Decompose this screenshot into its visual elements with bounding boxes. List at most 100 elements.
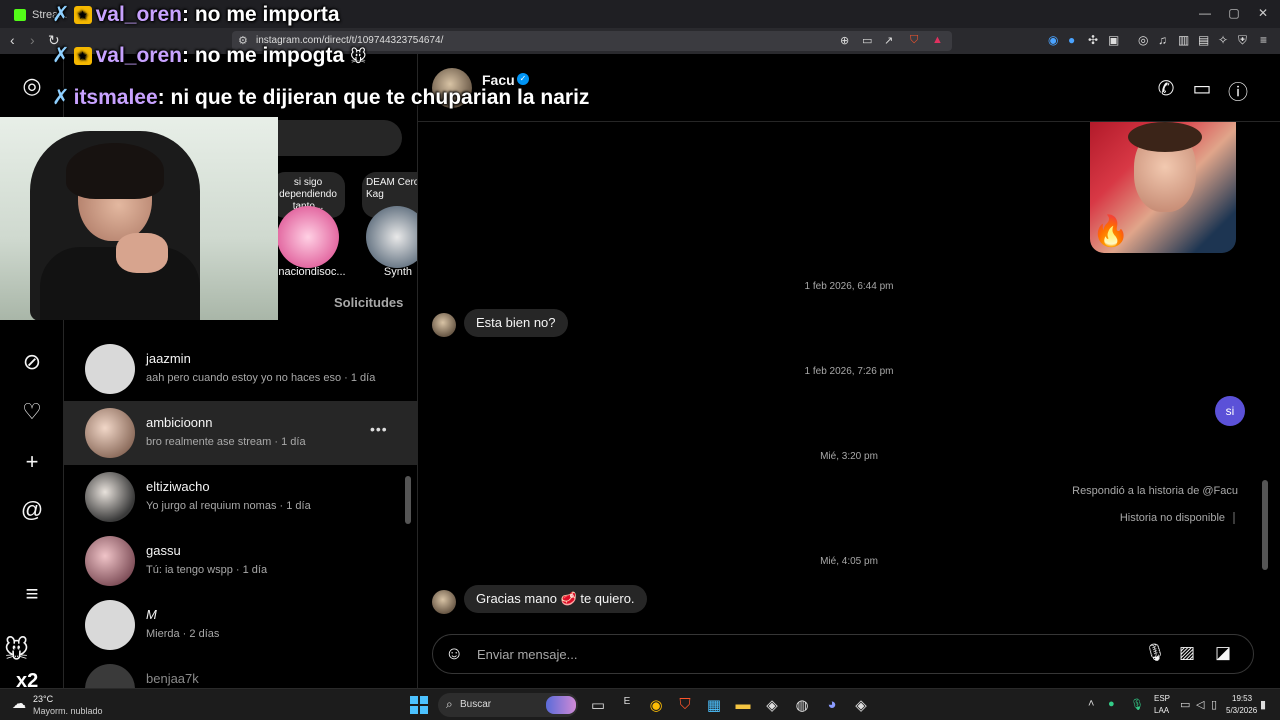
sword-badge-icon: ✗ — [52, 86, 70, 109]
conversation-preview: bro realmente ase stream · 1 día — [146, 436, 306, 448]
avatar — [85, 664, 135, 688]
message-bubble[interactable]: Gracias mano 🥩 te quiero. — [464, 585, 647, 613]
microphone-icon[interactable]: 🎙 — [1144, 643, 1166, 663]
streamer-hair — [66, 143, 164, 199]
sub-badge-icon: ★ — [73, 47, 92, 65]
minimize-button[interactable]: — — [1198, 6, 1212, 20]
image-icon[interactable]: ▨ — [1176, 643, 1198, 663]
browser-menu-icon[interactable]: ≡ — [1260, 33, 1267, 47]
more-options-icon[interactable]: ••• — [370, 421, 388, 437]
avatar — [85, 600, 135, 650]
sticker-icon[interactable]: ◪ — [1212, 643, 1234, 663]
taskbar-search[interactable]: ⌕ Buscar — [438, 693, 578, 717]
battery-icon[interactable]: ▯ — [1211, 698, 1217, 711]
store-icon[interactable]: ▦ — [704, 696, 724, 714]
epic-games-icon[interactable]: E — [617, 696, 637, 707]
volume-icon[interactable]: ◁ — [1196, 698, 1204, 711]
chat-username: val_oren — [95, 3, 182, 26]
tray-mic-icon[interactable]: 🎙 — [1130, 698, 1144, 711]
extension-box-icon[interactable]: ▣ — [1108, 33, 1119, 47]
windows-taskbar: ☁ 23°C Mayorm. nublado ⌕ Buscar ▭ E ◉ ⛉ … — [0, 688, 1280, 720]
back-icon[interactable]: ‹ — [10, 32, 15, 48]
heart-icon[interactable]: ♡ — [20, 400, 44, 424]
explore-icon[interactable]: ⊘ — [20, 350, 44, 374]
message-timestamp: Mié, 3:20 pm — [820, 451, 878, 462]
weather-temp[interactable]: 23°C — [33, 694, 53, 704]
phone-call-icon[interactable]: ✆ — [1154, 76, 1178, 101]
maximize-button[interactable]: ▢ — [1227, 6, 1241, 20]
conversation-item[interactable]: M Mierda · 2 días — [64, 593, 417, 657]
puzzle-icon[interactable]: ✣ — [1088, 33, 1098, 47]
chat-scrollbar[interactable] — [1262, 480, 1268, 570]
cast-icon[interactable]: ▭ — [862, 34, 872, 47]
vpn-icon[interactable]: ⛨ — [1238, 33, 1247, 48]
close-window-button[interactable]: ✕ — [1256, 6, 1270, 20]
windows-start-icon[interactable] — [410, 696, 428, 714]
brave-rewards-icon[interactable]: ▲ — [932, 34, 943, 46]
instagram-icon[interactable]: ◎ — [20, 74, 44, 98]
conversation-name: jaazmin — [146, 351, 191, 366]
clock-date[interactable]: 5/3/2026 — [1226, 706, 1257, 715]
conversation-item[interactable]: gassu Tú: ia tengo wspp · 1 día — [64, 529, 417, 593]
overlay-chat-message: ✗ itsmalee: ni que te dijieran que te chu… — [52, 85, 589, 110]
message-bubble-sent[interactable]: si — [1215, 396, 1245, 426]
avatar — [432, 313, 456, 337]
requests-link[interactable]: Solicitudes — [334, 295, 403, 310]
conversation-item[interactable]: ambicioonn bro realmente ase stream · 1 … — [64, 401, 417, 465]
sidebar-icon[interactable]: ▥ — [1178, 33, 1189, 47]
photo-hair — [1128, 122, 1202, 152]
steam-icon-2[interactable]: ◈ — [851, 696, 871, 714]
weather-icon[interactable]: ☁ — [12, 695, 26, 712]
task-view-icon[interactable]: ▭ — [588, 696, 608, 714]
tray-app-icon[interactable]: ● — [1108, 698, 1115, 710]
overlay-chat-message: ✗ ★ val_oren: no me importa — [52, 2, 340, 27]
translate-icon[interactable]: ◎ — [1138, 33, 1148, 47]
story-avatar[interactable] — [366, 206, 417, 268]
extension-icon[interactable]: ● — [1068, 33, 1075, 47]
conversation-item[interactable]: benjaa7k — [64, 657, 417, 688]
keyboard-layout[interactable]: LAA — [1154, 706, 1169, 715]
conversation-name: gassu — [146, 543, 181, 558]
emoji-icon[interactable]: ☺ — [445, 643, 463, 664]
avatar — [432, 590, 456, 614]
more-menu-icon[interactable]: ≡ — [20, 582, 44, 606]
clock-time[interactable]: 19:53 — [1232, 694, 1252, 703]
forward-icon[interactable]: › — [30, 32, 35, 48]
info-icon[interactable]: ⓘ — [1226, 76, 1250, 105]
wallet-icon[interactable]: ▤ — [1198, 33, 1209, 47]
conversation-name: M — [146, 607, 157, 622]
weather-desc[interactable]: Mayorm. nublado — [33, 706, 103, 716]
conversation-item[interactable]: eltiziwacho Yo jurgo al requium nomas · … — [64, 465, 417, 529]
create-plus-icon[interactable]: + — [20, 450, 44, 474]
extension-audio-icon[interactable]: ◉ — [1048, 33, 1058, 47]
network-icon[interactable]: ▭ — [1180, 698, 1190, 711]
notification-icon[interactable]: ▮ — [1260, 698, 1266, 711]
file-explorer-icon[interactable]: ▬ — [733, 696, 753, 713]
obs-icon[interactable]: ◍ — [792, 696, 812, 714]
video-call-icon[interactable]: ▭ — [1190, 76, 1214, 101]
search-highlight-image — [546, 696, 576, 714]
story-name: Synth — [383, 266, 413, 278]
leo-icon[interactable]: ✧ — [1218, 33, 1228, 47]
list-scrollbar[interactable] — [405, 476, 411, 524]
zoom-icon[interactable]: ⊕ — [840, 34, 849, 47]
brave-shield-icon[interactable]: ⛉ — [910, 34, 918, 47]
brave-icon[interactable]: ⛉ — [675, 696, 695, 713]
message-input[interactable] — [477, 644, 1077, 664]
emote-icon: 🐭 — [350, 49, 367, 66]
story-avatar[interactable] — [277, 206, 339, 268]
steam-icon[interactable]: ◈ — [762, 696, 782, 714]
conversation-name: ambicioonn — [146, 415, 213, 430]
tray-overflow-icon[interactable]: ˄ — [1088, 698, 1094, 710]
chat-username: itsmalee — [73, 86, 158, 109]
shared-photo[interactable]: 🔥 — [1090, 122, 1236, 253]
music-icon[interactable]: ♫ — [1158, 33, 1167, 47]
conversation-item[interactable]: jaazmin aah pero cuando estoy yo no hace… — [64, 337, 417, 401]
threads-icon[interactable]: @ — [20, 498, 44, 522]
message-bubble[interactable]: Esta bien no? — [464, 309, 568, 337]
input-language[interactable]: ESP — [1154, 694, 1170, 703]
discord-icon[interactable]: ◕ — [822, 696, 842, 713]
share-icon[interactable]: ↗ — [884, 34, 893, 47]
kick-icon — [14, 9, 26, 21]
chrome-icon[interactable]: ◉ — [646, 696, 666, 714]
